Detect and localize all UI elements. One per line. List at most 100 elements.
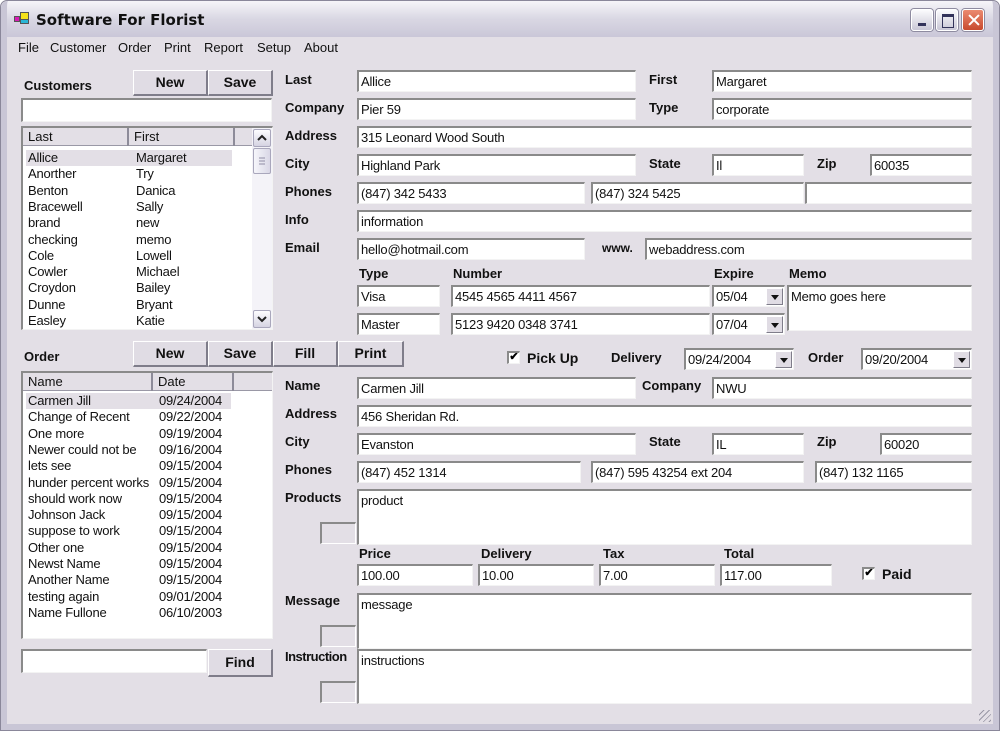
order-phone3-field[interactable]: (847) 132 1165 <box>815 461 972 483</box>
resize-grip-icon[interactable] <box>979 710 991 722</box>
order-row[interactable]: Newst Name 09/15/2004 <box>26 556 231 572</box>
print-button[interactable]: Print <box>338 341 404 367</box>
city-field[interactable]: Highland Park <box>357 154 636 176</box>
price-field[interactable]: 100.00 <box>357 564 473 586</box>
find-input[interactable] <box>21 649 207 673</box>
orders-list: Name Date Carmen Jill 09/24/2004 Change of… <box>21 371 273 639</box>
new-order-button[interactable]: New <box>133 341 208 367</box>
order-row[interactable]: Name Fullone 06/10/2003 <box>26 605 231 621</box>
card2-type-field[interactable]: Master <box>357 313 440 335</box>
order-name-field[interactable]: Carmen Jill <box>357 377 636 399</box>
card2-expire-select[interactable]: 07/04 <box>712 313 785 335</box>
info-field[interactable]: information <box>357 210 972 232</box>
email-field[interactable]: hello@hotmail.com <box>357 238 585 260</box>
chevron-down-icon[interactable] <box>775 351 792 368</box>
order-state-field[interactable]: IL <box>712 433 804 455</box>
customer-row[interactable]: Croydon Bailey <box>26 280 232 296</box>
order-company-field[interactable]: NWU <box>712 377 972 399</box>
minimize-button[interactable] <box>911 9 933 31</box>
message-field[interactable]: message <box>357 593 972 649</box>
card2-number-field[interactable]: 5123 9420 0348 3741 <box>451 313 710 335</box>
order-row[interactable]: Carmen Jill 09/24/2004 <box>26 393 231 409</box>
order-address-field[interactable]: 456 Sheridan Rd. <box>357 405 972 427</box>
order-row[interactable]: One more 09/19/2004 <box>26 426 231 442</box>
order-row[interactable]: Newer could not be 09/16/2004 <box>26 442 231 458</box>
order-phone2-field[interactable]: (847) 595 43254 ext 204 <box>591 461 804 483</box>
address-field[interactable]: 315 Leonard Wood South <box>357 126 972 148</box>
order-row[interactable]: Other one 09/15/2004 <box>26 540 231 556</box>
close-button[interactable] <box>962 9 984 31</box>
customer-row[interactable]: Allice Margaret <box>26 150 232 166</box>
pickup-checkbox[interactable]: ✔ <box>507 351 520 364</box>
column-header-first[interactable]: First <box>129 128 235 146</box>
menu-report[interactable]: Report <box>204 40 243 55</box>
chevron-down-icon[interactable] <box>766 316 783 333</box>
customer-row[interactable]: checking memo <box>26 232 232 248</box>
company-field[interactable]: Pier 59 <box>357 98 636 120</box>
customer-row[interactable]: brand new <box>26 215 232 231</box>
scroll-up-button[interactable] <box>253 129 271 147</box>
save-customer-button[interactable]: Save <box>208 70 273 96</box>
new-customer-button[interactable]: New <box>133 70 208 96</box>
customer-row[interactable]: Bracewell Sally <box>26 199 232 215</box>
card1-type-field[interactable]: Visa <box>357 285 440 307</box>
chevron-down-icon[interactable] <box>766 288 783 305</box>
fill-button[interactable]: Fill <box>273 341 338 367</box>
phone2-field[interactable]: (847) 324 5425 <box>591 182 804 204</box>
phone3-field[interactable] <box>805 182 972 204</box>
scroll-down-button[interactable] <box>253 310 271 328</box>
chevron-down-icon[interactable] <box>953 351 970 368</box>
customer-type-field[interactable]: corporate <box>712 98 972 120</box>
state-field[interactable]: Il <box>712 154 804 176</box>
customer-row[interactable]: Cole Lowell <box>26 248 232 264</box>
column-header-date[interactable]: Date <box>153 373 234 391</box>
customer-search-input[interactable] <box>21 98 272 122</box>
menu-order[interactable]: Order <box>118 40 151 55</box>
instruction-field[interactable]: instructions <box>357 649 972 704</box>
tax-field[interactable]: 7.00 <box>599 564 715 586</box>
first-name-field[interactable]: Margaret <box>712 70 972 92</box>
customer-row[interactable]: Dunne Bryant <box>26 297 232 313</box>
order-row[interactable]: should work now 09/15/2004 <box>26 491 231 507</box>
scroll-thumb[interactable] <box>253 148 271 174</box>
customer-row[interactable]: Cowler Michael <box>26 264 232 280</box>
card-memo-field[interactable]: Memo goes here <box>787 285 972 331</box>
order-row[interactable]: suppose to work 09/15/2004 <box>26 523 231 539</box>
order-row[interactable]: testing again 09/01/2004 <box>26 589 231 605</box>
order-zip-field[interactable]: 60020 <box>880 433 972 455</box>
delivery-fee-field[interactable]: 10.00 <box>478 564 594 586</box>
customer-row[interactable]: Benton Danica <box>26 183 232 199</box>
menu-file[interactable]: File <box>18 40 39 55</box>
zip-field[interactable]: 60035 <box>870 154 972 176</box>
column-header-name[interactable]: Name <box>23 373 153 391</box>
card1-expire-select[interactable]: 05/04 <box>712 285 785 307</box>
column-header-last[interactable]: Last <box>23 128 129 146</box>
card1-number-field[interactable]: 4545 4565 4411 4567 <box>451 285 710 307</box>
find-button[interactable]: Find <box>208 649 273 677</box>
order-row[interactable]: hunder percent works 09/15/2004 <box>26 475 231 491</box>
save-order-button[interactable]: Save <box>208 341 273 367</box>
website-field[interactable]: webaddress.com <box>645 238 972 260</box>
order-city-field[interactable]: Evanston <box>357 433 636 455</box>
menu-setup[interactable]: Setup <box>257 40 291 55</box>
menu-about[interactable]: About <box>304 40 338 55</box>
order-row[interactable]: lets see 09/15/2004 <box>26 458 231 474</box>
delivery-date-picker[interactable]: 09/24/2004 <box>684 348 794 370</box>
order-date-picker[interactable]: 09/20/2004 <box>861 348 972 370</box>
customers-scrollbar[interactable] <box>252 128 272 329</box>
total-field[interactable]: 117.00 <box>720 564 832 586</box>
last-name-field[interactable]: Allice <box>357 70 636 92</box>
menu-print[interactable]: Print <box>164 40 191 55</box>
products-field[interactable]: product <box>357 489 972 545</box>
customer-row[interactable]: Anorther Try <box>26 166 232 182</box>
maximize-button[interactable] <box>936 9 958 31</box>
paid-checkbox[interactable]: ✔ <box>862 567 875 580</box>
title-bar[interactable]: Software For Florist <box>1 1 999 37</box>
order-row[interactable]: Another Name 09/15/2004 <box>26 572 231 588</box>
order-phone1-field[interactable]: (847) 452 1314 <box>357 461 581 483</box>
order-row[interactable]: Change of Recent 09/22/2004 <box>26 409 231 425</box>
phone1-field[interactable]: (847) 342 5433 <box>357 182 585 204</box>
menu-customer[interactable]: Customer <box>50 40 106 55</box>
customer-row[interactable]: Easley Katie <box>26 313 232 329</box>
order-row[interactable]: Johnson Jack 09/15/2004 <box>26 507 231 523</box>
